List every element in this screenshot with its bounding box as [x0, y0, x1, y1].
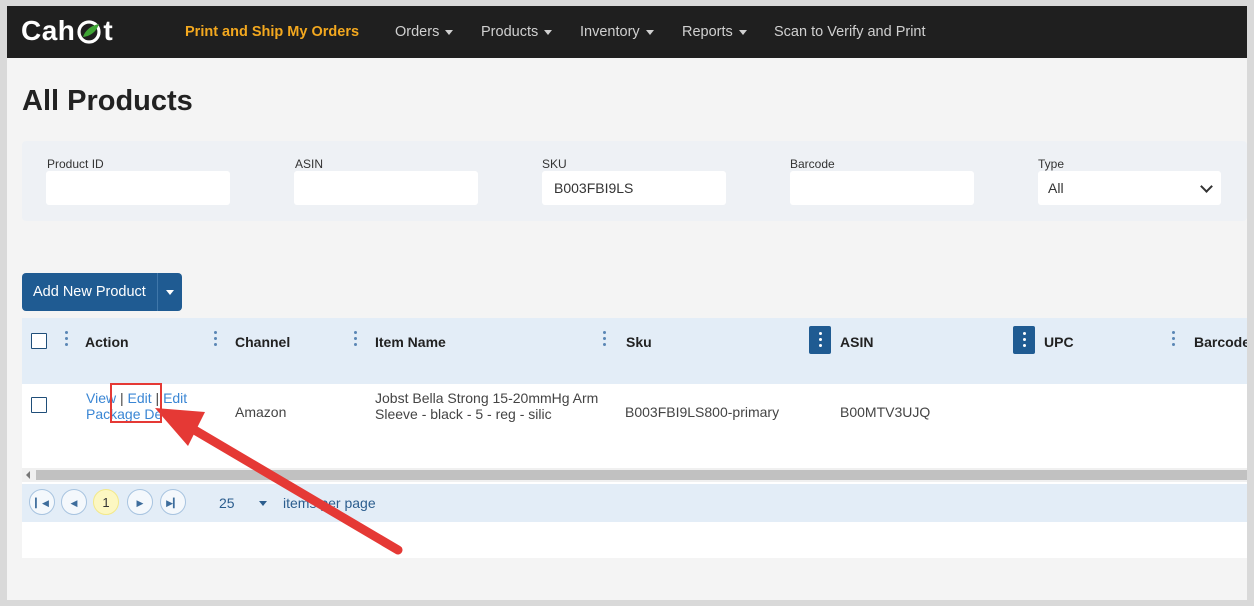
page-size-select[interactable]: 25	[219, 495, 235, 511]
column-header-channel[interactable]: Channel	[235, 334, 290, 350]
nav-label: Reports	[682, 24, 733, 40]
pager: ▎◀ ◀ 1 ▶ ▶▎ 25 items per page	[22, 484, 1247, 522]
nav-inventory[interactable]: Inventory	[580, 6, 654, 58]
brand-name-right: t	[103, 15, 114, 46]
add-product-dropdown-toggle[interactable]	[157, 273, 182, 311]
item-name-cell: Jobst Bella Strong 15-20mmHg Arm Sleeve …	[375, 390, 598, 422]
next-page-icon[interactable]: ▶	[127, 489, 153, 515]
nav-label: Products	[481, 24, 539, 40]
item-name-line-1: Jobst Bella Strong 15-20mmHg Arm	[375, 390, 599, 406]
prev-page-icon[interactable]: ◀	[61, 489, 87, 515]
nav-label: Orders	[395, 24, 440, 40]
horizontal-scrollbar[interactable]	[22, 468, 1247, 482]
nav-label: Inventory	[580, 24, 640, 40]
column-header-item-name[interactable]: Item Name	[375, 334, 446, 350]
caret-down-icon	[544, 29, 553, 35]
filter-panel: Product ID ASIN SKU B003FBI9LS Barcode T…	[22, 141, 1247, 221]
nav-print-ship[interactable]: Print and Ship My Orders	[185, 6, 359, 58]
scrollbar-thumb[interactable]	[36, 470, 1247, 480]
column-menu-icon[interactable]	[602, 331, 608, 349]
column-header-action[interactable]: Action	[85, 334, 129, 350]
edit-package-link[interactable]: Edit	[163, 390, 187, 406]
caret-down-icon	[165, 290, 174, 295]
nav-label: Scan to Verify and Print	[774, 24, 926, 40]
current-page-button[interactable]: 1	[93, 489, 119, 515]
type-select[interactable]: All	[1038, 171, 1221, 205]
column-header-asin[interactable]: ASIN	[840, 334, 873, 350]
column-header-barcode[interactable]: Barcode	[1194, 334, 1247, 350]
nav-orders[interactable]: Orders	[395, 6, 454, 58]
nav-products[interactable]: Products	[481, 6, 553, 58]
caret-down-icon	[445, 29, 454, 35]
chevron-down-icon	[1200, 180, 1213, 193]
nav-label: Print and Ship My Orders	[185, 24, 360, 40]
column-menu-icon[interactable]	[1171, 331, 1177, 349]
barcode-input[interactable]	[790, 171, 974, 205]
sku-label: SKU	[542, 157, 567, 171]
asin-label: ASIN	[295, 157, 324, 171]
type-label: Type	[1038, 157, 1065, 171]
column-menu-icon[interactable]	[809, 326, 831, 354]
add-new-product-button[interactable]: Add New Product	[22, 273, 158, 311]
product-id-label: Product ID	[47, 157, 104, 171]
caret-down-icon	[645, 29, 654, 35]
asin-cell: B00MTV3UJQ	[840, 404, 931, 420]
column-menu-icon[interactable]	[64, 331, 70, 349]
add-product-button-group: Add New Product	[22, 273, 182, 311]
select-all-checkbox[interactable]	[31, 333, 47, 349]
products-grid: Action Channel Item Name Sku ASIN UPC Ba…	[22, 318, 1247, 558]
brand-name-left: Cah	[21, 15, 76, 46]
item-name-line-2: Sleeve - black - 5 - reg - silic	[375, 406, 552, 422]
app-window: Cah t Print and Ship My Orders Orders Pr…	[7, 6, 1247, 600]
row-select-checkbox[interactable]	[31, 397, 47, 413]
table-row: View | Edit | Edit Package De Amazon Job…	[22, 384, 1247, 468]
sku-cell: B003FBI9LS800-primary	[625, 404, 780, 420]
barcode-label: Barcode	[790, 157, 835, 171]
column-menu-icon[interactable]	[353, 331, 359, 349]
last-page-icon[interactable]: ▶▎	[160, 489, 186, 515]
column-header-sku[interactable]: Sku	[626, 334, 652, 350]
annotation-highlight-box	[110, 383, 162, 423]
caret-down-icon	[738, 29, 747, 35]
product-id-input[interactable]	[46, 171, 230, 205]
sku-input[interactable]: B003FBI9LS	[542, 171, 726, 205]
nav-scan-verify[interactable]: Scan to Verify and Print	[774, 6, 926, 58]
type-select-value: All	[1048, 180, 1064, 196]
column-menu-icon[interactable]	[1013, 326, 1035, 354]
nav-reports[interactable]: Reports	[682, 6, 747, 58]
caret-down-icon[interactable]	[259, 501, 267, 506]
leaf-logo-icon	[77, 20, 102, 44]
first-page-icon[interactable]: ▎◀	[29, 489, 55, 515]
scroll-left-icon[interactable]	[26, 471, 30, 479]
channel-cell: Amazon	[235, 404, 287, 420]
column-header-upc[interactable]: UPC	[1044, 334, 1074, 350]
page-title: All Products	[22, 85, 193, 117]
grid-header: Action Channel Item Name Sku ASIN UPC Ba…	[22, 318, 1247, 384]
top-navbar: Cah t Print and Ship My Orders Orders Pr…	[7, 6, 1247, 58]
items-per-page-label: items per page	[283, 495, 376, 511]
brand-logo[interactable]: Cah t	[21, 15, 113, 47]
asin-input[interactable]	[294, 171, 478, 205]
column-menu-icon[interactable]	[213, 331, 219, 349]
